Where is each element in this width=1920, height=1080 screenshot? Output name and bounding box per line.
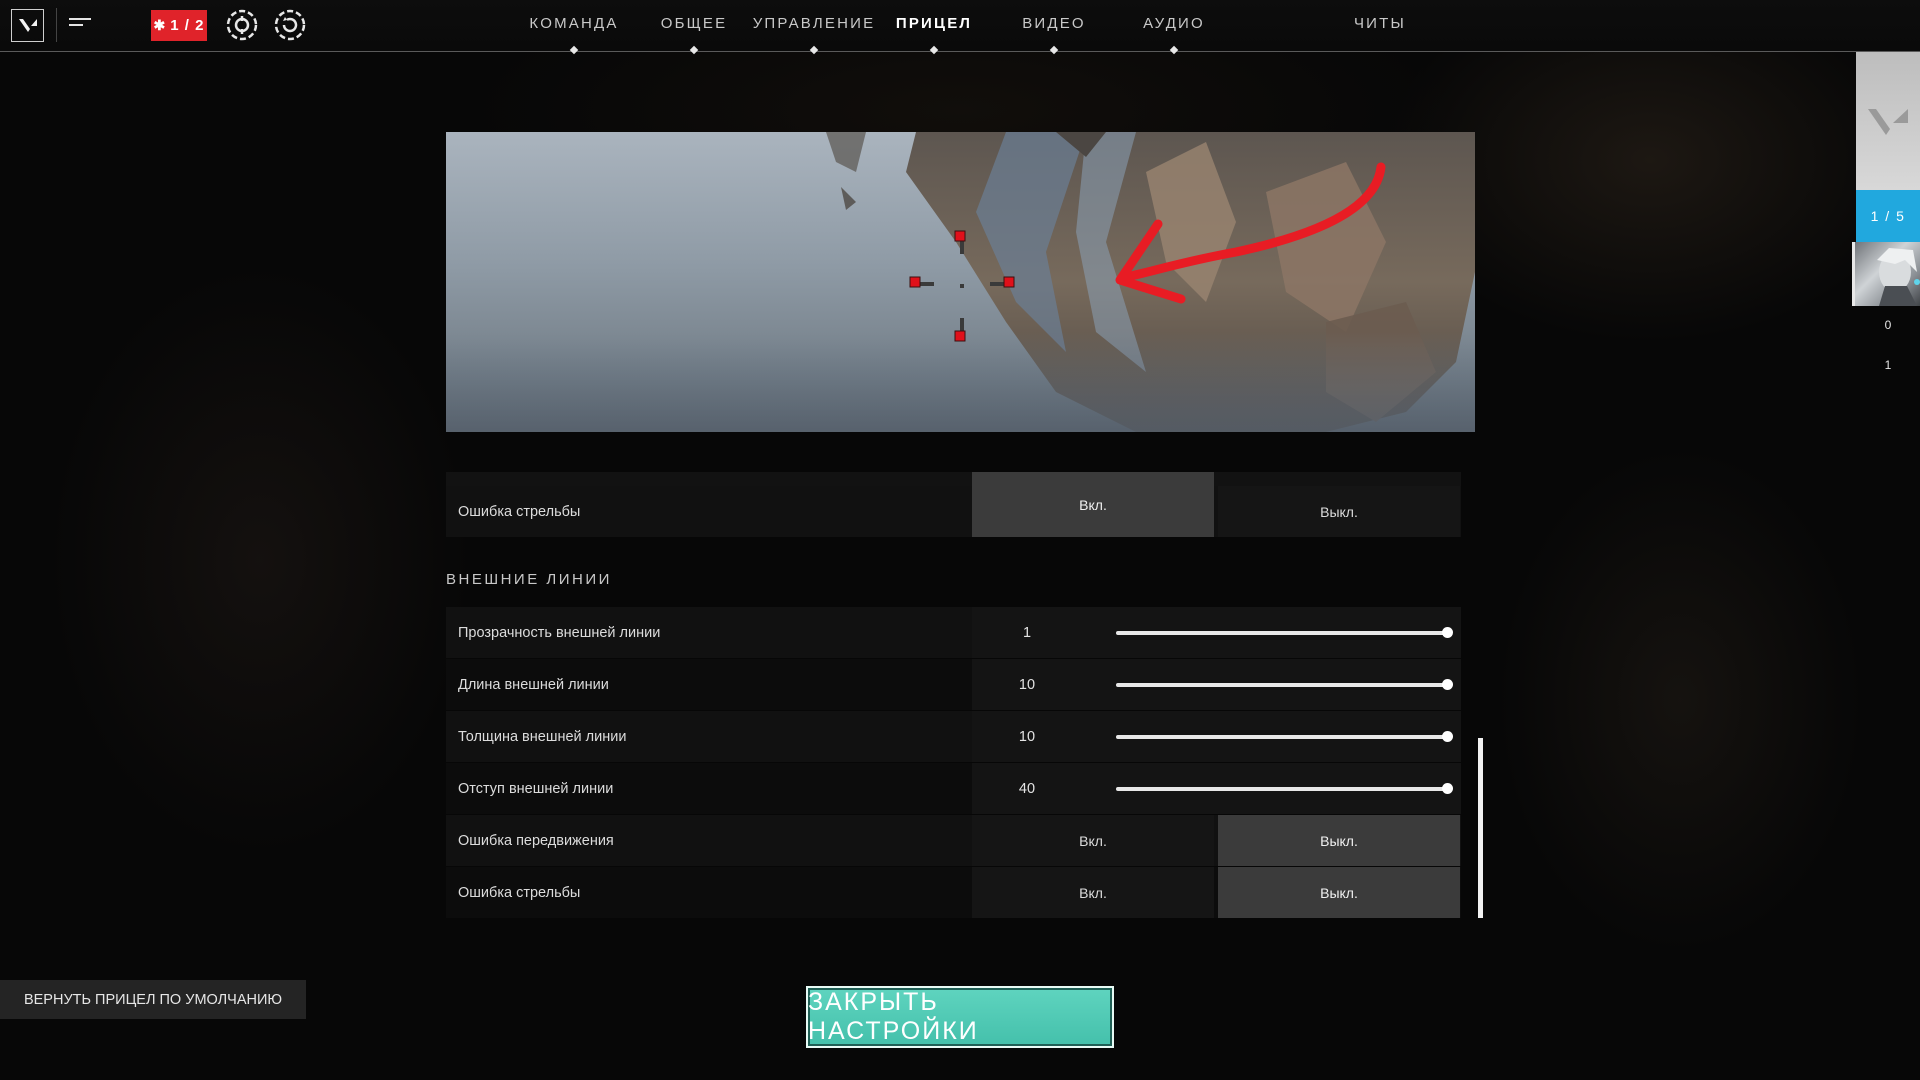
tab-indicator [1049, 45, 1059, 55]
firing-error-on-button[interactable]: Вкл. [972, 867, 1214, 918]
firing-error-row: Ошибка стрельбы Вкл. Выкл. [446, 867, 1461, 918]
section-title-outer-lines: ВНЕШНИЕ ЛИНИИ [446, 571, 612, 588]
movement-error-on-button[interactable]: Вкл. [972, 815, 1214, 866]
outer-line-opacity-row: Прозрачность внешней линии 1 [446, 607, 1461, 658]
tab-team[interactable]: КОМАНДА [529, 15, 618, 32]
outer-line-length-row: Длина внешней линии 10 [446, 659, 1461, 710]
movement-error-row: Ошибка передвижения Вкл. Выкл. [446, 815, 1461, 866]
settings-scrollbar[interactable] [1478, 738, 1483, 918]
slider-thumb[interactable] [1442, 731, 1453, 742]
outer-line-length-slider[interactable] [1116, 683, 1447, 687]
list-top-edge [446, 472, 1461, 486]
firing-error-off-button[interactable]: Выкл. [1218, 486, 1460, 537]
reset-crosshair-button[interactable]: ВЕРНУТЬ ПРИЦЕЛ ПО УМОЛЧАНИЮ [0, 980, 306, 1019]
tab-general[interactable]: ОБЩЕЕ [661, 15, 728, 32]
tab-crosshair[interactable]: ПРИЦЕЛ [896, 15, 972, 32]
agent-avatar[interactable] [1852, 242, 1920, 306]
outer-line-opacity-value[interactable]: 1 [972, 607, 1082, 658]
tab-indicator [809, 45, 819, 55]
slider-thumb[interactable] [1442, 679, 1453, 690]
setting-label: Ошибка передвижения [458, 832, 614, 849]
outer-line-thickness-value[interactable]: 10 [972, 711, 1082, 762]
player-count-text: 1 / 2 [170, 17, 205, 34]
agent-stat-2: 1 [1884, 358, 1892, 372]
divider [56, 8, 57, 42]
movement-error-off-button[interactable]: Выкл. [1218, 815, 1460, 866]
outer-line-length-value[interactable]: 10 [972, 659, 1082, 710]
setting-label: Отступ внешней линии [458, 780, 614, 797]
replay-icon[interactable] [273, 8, 307, 42]
setting-label: Ошибка стрельбы [458, 503, 581, 520]
tab-video[interactable]: ВИДЕО [1022, 15, 1086, 32]
top-bar: ✱ 1 / 2 КОМАНДА ОБЩЕЕ УПРАВЛЕНИЕ ПРИЦЕЛ … [0, 0, 1920, 55]
outer-line-offset-row: Отступ внешней линии 40 [446, 763, 1461, 814]
setting-label: Длина внешней линии [458, 676, 609, 693]
tab-indicator [569, 45, 579, 55]
close-settings-button[interactable]: ЗАКРЫТЬ НАСТРОЙКИ [806, 986, 1114, 1048]
crosshair-target-icon[interactable] [225, 8, 259, 42]
outer-line-opacity-slider[interactable] [1116, 631, 1447, 635]
team-count-badge: 1 / 5 [1856, 190, 1920, 242]
firing-error-off-button[interactable]: Выкл. [1218, 867, 1460, 918]
slider-thumb[interactable] [1442, 627, 1453, 638]
tab-indicator [689, 45, 699, 55]
player-count-badge[interactable]: ✱ 1 / 2 [151, 10, 207, 41]
setting-label: Прозрачность внешней линии [458, 624, 661, 641]
tab-cheats[interactable]: ЧИТЫ [1354, 15, 1406, 32]
outer-line-offset-slider[interactable] [1116, 787, 1447, 791]
setting-label: Толщина внешней линии [458, 728, 627, 745]
asterisk-icon: ✱ [153, 17, 167, 33]
outer-line-offset-value[interactable]: 40 [972, 763, 1082, 814]
slider-thumb[interactable] [1442, 783, 1453, 794]
agent-stat-1: 0 [1884, 318, 1892, 332]
tab-controls[interactable]: УПРАВЛЕНИЕ [753, 15, 876, 32]
firing-error-row-top: Ошибка стрельбы Вкл. Выкл. [446, 472, 1461, 537]
team-logo-icon [1856, 52, 1920, 190]
setting-label: Ошибка стрельбы [458, 884, 581, 901]
outer-line-thickness-row: Толщина внешней линии 10 [446, 711, 1461, 762]
settings-screen: ✱ 1 / 2 КОМАНДА ОБЩЕЕ УПРАВЛЕНИЕ ПРИЦЕЛ … [0, 0, 1920, 1080]
tab-indicator [929, 45, 939, 55]
tab-audio[interactable]: АУДИО [1143, 15, 1205, 32]
firing-error-on-button[interactable]: Вкл. [972, 472, 1214, 537]
outer-line-thickness-slider[interactable] [1116, 735, 1447, 739]
tab-indicator [1169, 45, 1179, 55]
game-logo-icon[interactable] [11, 9, 44, 42]
menu-icon[interactable] [69, 18, 91, 32]
crosshair-preview [446, 132, 1475, 432]
